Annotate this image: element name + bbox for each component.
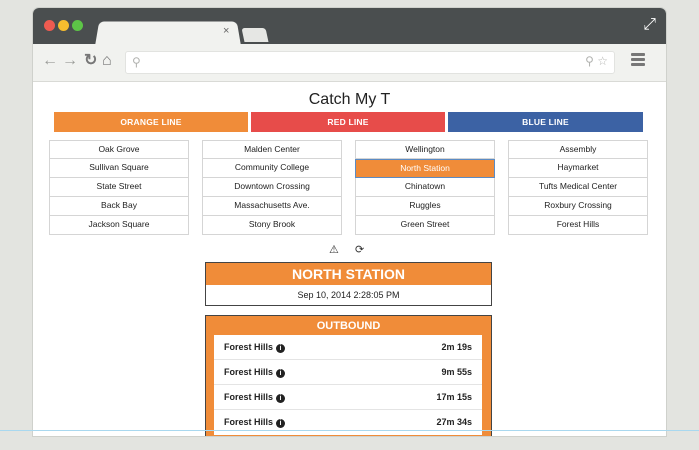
station-column: Oak Grove Sullivan Square State Street B… <box>49 140 189 235</box>
reload-icon[interactable]: ↻ <box>84 52 97 70</box>
trip-destination: Forest Hills <box>224 342 274 352</box>
station-button[interactable]: Community College <box>202 159 342 178</box>
tab-close-icon[interactable]: × <box>223 25 229 37</box>
outbound-panel: OUTBOUND Forest Hills i 2m 19s Forest Hil… <box>205 315 492 436</box>
station-button[interactable]: Tufts Medical Center <box>508 178 648 197</box>
trip-row: Forest Hills i 27m 34s <box>214 410 482 435</box>
station-button[interactable]: Assembly <box>508 140 648 159</box>
home-icon[interactable]: ⌂ <box>102 52 112 70</box>
station-button[interactable]: Green Street <box>355 216 495 235</box>
trip-row: Forest Hills i 17m 15s <box>214 385 482 410</box>
trip-destination: Forest Hills <box>224 417 274 427</box>
station-button[interactable]: Massachusetts Ave. <box>202 197 342 216</box>
trip-eta: 27m 34s <box>436 417 472 427</box>
station-button[interactable]: State Street <box>49 178 189 197</box>
trip-eta: 2m 19s <box>441 342 472 352</box>
station-button[interactable]: Oak Grove <box>49 140 189 159</box>
station-button[interactable]: Jackson Square <box>49 216 189 235</box>
station-button[interactable]: Roxbury Crossing <box>508 197 648 216</box>
tab-orange-line[interactable]: ORANGE LINE <box>54 112 248 132</box>
station-name: NORTH STATION <box>206 263 491 285</box>
station-timestamp: Sep 10, 2014 2:28:05 PM <box>297 290 400 300</box>
station-column: Malden Center Community College Downtown… <box>202 140 342 235</box>
info-icon[interactable]: i <box>276 344 286 353</box>
station-button[interactable]: Stony Brook <box>202 216 342 235</box>
station-button[interactable]: Sullivan Square <box>49 159 189 178</box>
browser-tab[interactable] <box>95 21 241 46</box>
trip-destination: Forest Hills <box>224 367 274 377</box>
menu-icon[interactable] <box>631 53 645 68</box>
new-tab-button[interactable] <box>241 28 269 42</box>
trip-destination: Forest Hills <box>224 392 274 402</box>
station-button[interactable]: Ruggles <box>355 197 495 216</box>
address-bar[interactable]: ⚲ ⚲ ☆ <box>125 51 615 74</box>
trip-eta: 9m 55s <box>441 367 472 377</box>
browser-window: × ⤢ ← → ↻ ⌂ ⚲ ⚲ ☆ Catch My T ORANGE LINE… <box>33 8 666 436</box>
page-content: Catch My T ORANGE LINE RED LINE BLUE LIN… <box>33 83 666 436</box>
station-panel: NORTH STATION Sep 10, 2014 2:28:05 PM <box>205 262 492 306</box>
tab-red-line[interactable]: RED LINE <box>251 112 445 132</box>
bookmark-star-icon[interactable]: ⚲ ☆ <box>585 54 608 68</box>
trip-eta: 17m 15s <box>436 392 472 402</box>
station-button[interactable]: Forest Hills <box>508 216 648 235</box>
minimize-window-button[interactable] <box>58 20 69 31</box>
station-button[interactable]: Haymarket <box>508 159 648 178</box>
outbound-title: OUTBOUND <box>316 320 381 332</box>
page-title: Catch My T <box>308 91 391 108</box>
forward-arrow-icon[interactable]: → <box>62 52 78 70</box>
divider <box>0 430 699 431</box>
info-icon[interactable]: i <box>276 419 286 428</box>
title-bar: × ⤢ <box>33 8 666 46</box>
info-icon[interactable]: i <box>276 394 286 403</box>
station-button[interactable]: Back Bay <box>49 197 189 216</box>
warning-icon[interactable]: ⚠ <box>329 244 339 256</box>
station-button[interactable]: Wellington <box>355 140 495 159</box>
refresh-icon[interactable]: ⟳ <box>355 244 364 256</box>
trip-row: Forest Hills i 9m 55s <box>214 360 482 385</box>
maximize-window-button[interactable] <box>72 20 83 31</box>
browser-toolbar: ← → ↻ ⌂ ⚲ ⚲ ☆ <box>33 44 666 82</box>
station-button[interactable]: Chinatown <box>355 178 495 197</box>
station-column: Assembly Haymarket Tufts Medical Center … <box>508 140 648 235</box>
tab-blue-line[interactable]: BLUE LINE <box>448 112 643 132</box>
close-window-button[interactable] <box>44 20 55 31</box>
trip-list: Forest Hills i 2m 19s Forest Hills i 9m 55… <box>214 335 482 435</box>
station-button-selected[interactable]: North Station <box>355 159 495 178</box>
fullscreen-icon[interactable]: ⤢ <box>643 17 656 33</box>
trip-row: Forest Hills i 2m 19s <box>214 335 482 360</box>
station-button[interactable]: Malden Center <box>202 140 342 159</box>
search-icon: ⚲ <box>132 55 141 69</box>
info-icon[interactable]: i <box>276 369 286 378</box>
station-column: Wellington North Station Chinatown Ruggl… <box>355 140 495 235</box>
back-arrow-icon[interactable]: ← <box>42 52 58 70</box>
station-button[interactable]: Downtown Crossing <box>202 178 342 197</box>
